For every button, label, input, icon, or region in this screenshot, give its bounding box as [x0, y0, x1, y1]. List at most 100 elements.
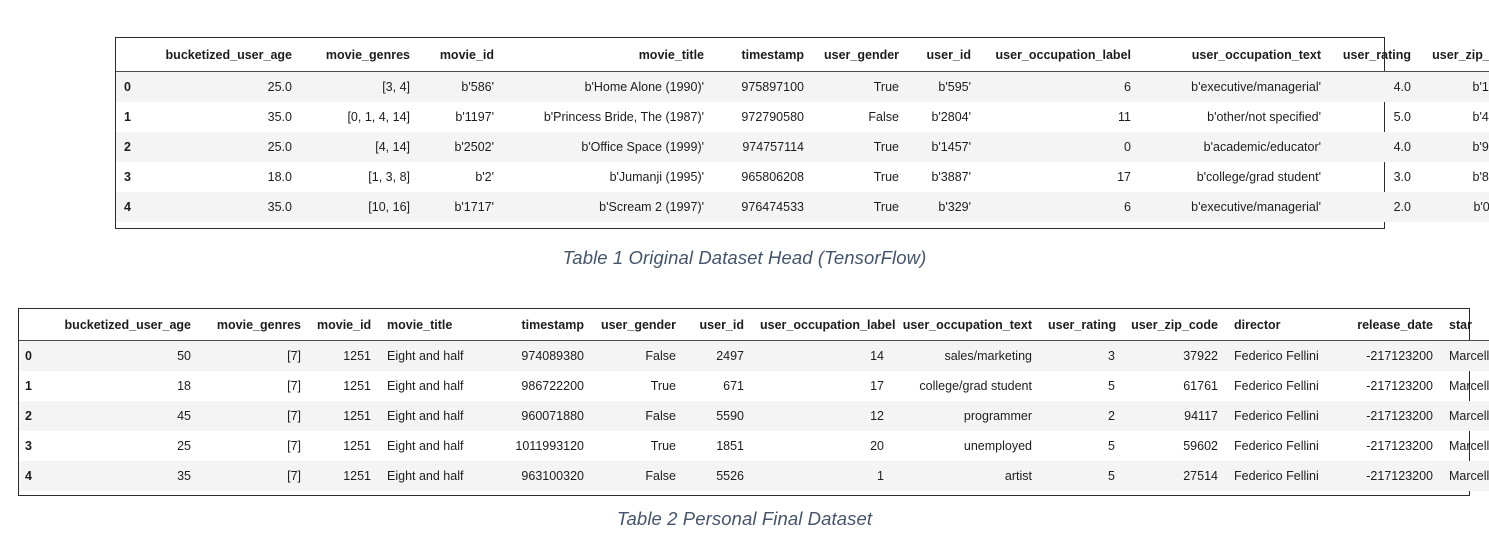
cell-user-occupation-text: b'executive/managerial' — [1141, 192, 1331, 222]
column-header-user-zip-code: user_zip_code — [1421, 38, 1489, 72]
row-index: 1 — [25, 379, 32, 393]
table-row: 3 25 [7] 1251 Eight and half 1011993120 … — [19, 431, 1489, 461]
column-header-user-id: user_id — [909, 38, 981, 72]
cell-movie-genres: [7] — [287, 379, 301, 393]
column-header-release-date: release_date — [1336, 309, 1441, 341]
row-index: 3 — [124, 170, 131, 184]
cell-movie-genres: [4, 14] — [302, 132, 420, 162]
cell-user-gender: True — [650, 379, 676, 393]
cell-release-date: -217123200 — [1366, 439, 1433, 453]
cell-user-zip-code: b'02115' — [1421, 192, 1489, 222]
table-row: 1 35.0 [0, 1, 4, 14] b'1197' b'Princess … — [116, 102, 1489, 132]
table-header: bucketized_user_age movie_genres movie_i… — [19, 309, 1489, 341]
column-header-user-occupation-label: user_occupation_label — [981, 38, 1141, 72]
cell-movie-genres: [7] — [287, 439, 301, 453]
cell-movie-id: b'2502' — [420, 132, 504, 162]
cell-user-occupation-label: 6 — [981, 192, 1141, 222]
cell-movie-id: 1251 — [343, 379, 371, 393]
column-header-user-id: user_id — [684, 309, 752, 341]
cell-director: Federico Fellini — [1234, 379, 1319, 393]
column-header-index — [19, 309, 49, 341]
cell-bucketized-user-age: 25.0 — [152, 132, 302, 162]
column-header-user-gender: user_gender — [592, 309, 684, 341]
table-row: 4 35 [7] 1251 Eight and half 963100320 F… — [19, 461, 1489, 491]
cell-timestamp: 986722200 — [521, 379, 584, 393]
cell-bucketized-user-age: 45 — [49, 401, 199, 431]
row-index: 0 — [116, 71, 152, 102]
cell-user-id: b'3887' — [931, 170, 971, 184]
cell-user-zip-code: 59602 — [1183, 439, 1218, 453]
cell-user-rating: 5 — [1108, 439, 1115, 453]
cell-user-occupation-label: 0 — [981, 132, 1141, 162]
table-body: 0 50 [7] 1251 Eight and half 974089380 F… — [19, 340, 1489, 491]
cell-user-occupation-label: 12 — [752, 401, 892, 431]
original-dataset-table: bucketized_user_age movie_genres movie_i… — [116, 38, 1489, 222]
column-header-user-occupation-label: user_occupation_label — [752, 309, 895, 341]
column-header-movie-genres: movie_genres — [302, 38, 420, 72]
cell-movie-id: b'2' — [475, 170, 494, 184]
cell-movie-genres: [1, 3, 8] — [368, 170, 410, 184]
cell-user-zip-code: 94117 — [1123, 401, 1226, 431]
cell-star: Marcello Mastroianni — [1441, 461, 1489, 491]
table2-caption: Table 2 Personal Final Dataset — [616, 508, 873, 529]
cell-timestamp: 965806208 — [741, 170, 804, 184]
column-header-movie-id: movie_id — [420, 38, 504, 72]
row-index: 0 — [19, 340, 49, 371]
cell-user-rating: 4.0 — [1331, 132, 1421, 162]
cell-movie-title: b'Office Space (1999)' — [504, 132, 714, 162]
cell-timestamp: 972790580 — [741, 110, 804, 124]
cell-bucketized-user-age: 35.0 — [267, 110, 292, 124]
cell-movie-title: b'Jumanji (1995)' — [609, 170, 704, 184]
cell-user-gender: True — [814, 71, 909, 102]
cell-movie-genres: [0, 1, 4, 14] — [347, 110, 410, 124]
cell-director: Federico Fellini — [1226, 340, 1336, 371]
cell-user-gender: True — [873, 170, 899, 184]
cell-user-id: 1851 — [716, 439, 744, 453]
cell-user-rating: 5.0 — [1393, 110, 1411, 124]
cell-user-id: 2497 — [684, 340, 752, 371]
cell-user-id: 5590 — [684, 401, 752, 431]
row-index: 3 — [25, 439, 32, 453]
cell-bucketized-user-age: 25 — [177, 439, 191, 453]
cell-movie-id: 1251 — [309, 340, 379, 371]
cell-movie-title: b'Home Alone (1990)' — [504, 71, 714, 102]
cell-user-id: 671 — [723, 379, 744, 393]
cell-user-rating: 5 — [1108, 379, 1115, 393]
header-row: bucketized_user_age movie_genres movie_i… — [19, 309, 1489, 341]
cell-director: Federico Fellini — [1226, 401, 1336, 431]
table1-caption: Table 1 Original Dataset Head (TensorFlo… — [562, 247, 927, 268]
row-index: 1 — [124, 110, 131, 124]
cell-movie-genres: [7] — [199, 340, 309, 371]
cell-bucketized-user-age: 50 — [49, 340, 199, 371]
cell-movie-genres: [10, 16] — [302, 192, 420, 222]
cell-bucketized-user-age: 18 — [177, 379, 191, 393]
column-header-movie-id: movie_id — [309, 309, 379, 341]
cell-user-occupation-label: 6 — [981, 71, 1141, 102]
cell-user-gender: True — [650, 439, 676, 453]
cell-movie-id: 1251 — [343, 439, 371, 453]
cell-user-gender: False — [592, 340, 684, 371]
cell-user-rating: 2.0 — [1331, 192, 1421, 222]
column-header-bucketized-user-age: bucketized_user_age — [152, 38, 302, 72]
table-body: 0 25.0 [3, 4] b'586' b'Home Alone (1990)… — [116, 71, 1489, 222]
cell-user-id: b'329' — [909, 192, 981, 222]
table-header: bucketized_user_age movie_genres movie_i… — [116, 38, 1489, 72]
table-row: 4 35.0 [10, 16] b'1717' b'Scream 2 (1997… — [116, 192, 1489, 222]
cell-movie-title: Eight and half — [379, 461, 487, 491]
cell-timestamp: 960071880 — [487, 401, 592, 431]
cell-user-occupation-label: 1 — [752, 461, 892, 491]
cell-movie-id: 1251 — [309, 401, 379, 431]
cell-user-occupation-label: 17 — [1117, 170, 1131, 184]
final-dataset-table-container: bucketized_user_age movie_genres movie_i… — [18, 308, 1489, 496]
cell-movie-id: b'586' — [420, 71, 504, 102]
cell-user-gender: False — [592, 461, 684, 491]
cell-movie-title: Eight and half — [379, 340, 487, 371]
table-row: 2 25.0 [4, 14] b'2502' b'Office Space (1… — [116, 132, 1489, 162]
cell-user-zip-code: b'80513' — [1472, 170, 1489, 184]
cell-bucketized-user-age: 18.0 — [267, 170, 292, 184]
cell-user-occupation-text: b'college/grad student' — [1196, 170, 1321, 184]
cell-user-gender: False — [592, 401, 684, 431]
cell-release-date: -217123200 — [1366, 379, 1433, 393]
cell-movie-genres: [7] — [199, 461, 309, 491]
column-header-index — [116, 38, 152, 72]
